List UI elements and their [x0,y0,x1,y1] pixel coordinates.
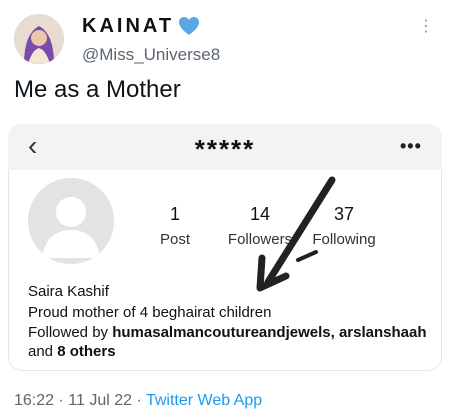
embedded-profile-screenshot[interactable]: ‹ ***** ••• 1 Post 14 Followers 37 Follo… [8,124,442,371]
followed-by-others-link[interactable]: 8 others [57,343,115,360]
more-icon[interactable]: ⋮ [418,16,435,36]
author-avatar[interactable] [14,14,64,64]
profile-username: ***** [194,134,256,164]
tweet-footer: 16:22 · 11 Jul 22 · Twitter Web App [14,392,262,410]
followed-by: Followed by humasalmancoutureandjewels, … [28,324,427,341]
drawn-arrow [256,176,336,292]
tweet-timestamp[interactable]: 16:22 · 11 Jul 22 · [14,392,146,409]
followed-by-prefix: Followed by [28,324,113,341]
verified-icon [178,15,200,37]
default-avatar-icon[interactable] [28,178,114,264]
posts-stat[interactable]: 1 Post [140,204,210,248]
profile-bio: Proud mother of 4 beghairat children [28,304,272,321]
tweet-app-link[interactable]: Twitter Web App [146,392,262,409]
author-handle[interactable]: @Miss_Universe8 [82,45,220,65]
posts-label: Post [159,231,190,248]
options-icon[interactable]: ••• [400,136,422,157]
posts-count: 1 [169,204,180,224]
followed-by-users[interactable]: humasalmancoutureandjewels, arslanshaah [112,324,426,341]
author-name[interactable]: KAINAT [82,15,174,38]
followed-by-others: and 8 others [28,343,116,360]
profile-name: Saira Kashif [28,283,109,300]
followed-by-and: and [28,343,58,360]
tweet-text: Me as a Mother [14,76,181,103]
